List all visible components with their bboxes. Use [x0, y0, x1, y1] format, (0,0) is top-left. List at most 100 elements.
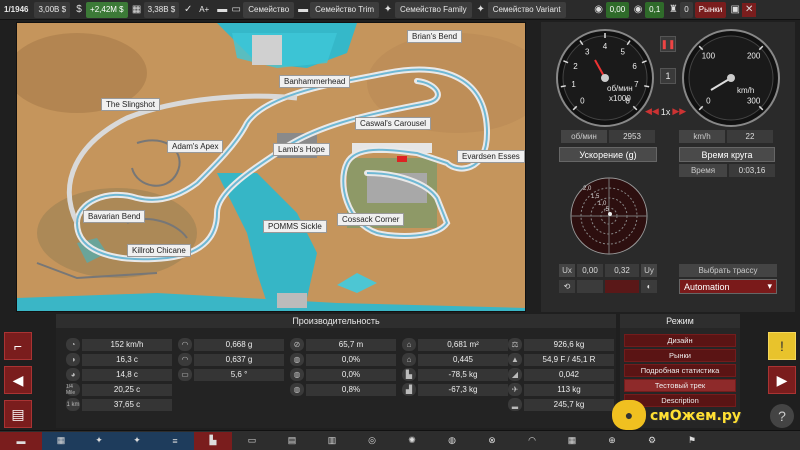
- performance-panel: Производительность ◔ 152 km/h ◑ 16,3 c ◕ 14…: [56, 314, 616, 428]
- car-icon[interactable]: ▬: [215, 3, 229, 17]
- flag-icon[interactable]: ⚑: [672, 432, 712, 450]
- rpm-tick: 7: [634, 80, 639, 89]
- perf-value: 0,637 g: [194, 353, 284, 366]
- brake-fade-icon: ◍: [290, 353, 304, 366]
- graph-button[interactable]: ⌐: [4, 332, 32, 360]
- slip-icon: ◍: [290, 383, 304, 396]
- perf-value: 5,6 °: [194, 368, 284, 381]
- wheel-icon[interactable]: ◎: [352, 432, 392, 450]
- uy-label: Uy: [641, 264, 657, 277]
- compare-button[interactable]: ▤: [4, 400, 32, 428]
- steering-icon[interactable]: ⊕: [592, 432, 632, 450]
- speed-gauge: 0 100 200 300: [682, 29, 780, 127]
- perf-value: 0,8%: [306, 383, 396, 396]
- mode-markets-button[interactable]: Рынки: [624, 349, 736, 362]
- car-icon[interactable]: ▬: [0, 431, 42, 450]
- factory-icon[interactable]: ▦: [42, 431, 80, 450]
- gforce-tick: 2,0: [583, 186, 592, 192]
- engine-icon[interactable]: ✦: [80, 431, 118, 450]
- money-display: 3,00B $: [34, 1, 71, 18]
- perf-value: 0,0%: [306, 353, 396, 366]
- tab-engine-variant[interactable]: Семейство Variant: [487, 1, 566, 18]
- counter-3: 0: [680, 1, 693, 18]
- ux-value: 0,00: [577, 264, 603, 277]
- one-km-icon: 1 km: [66, 398, 80, 411]
- warning-button[interactable]: !: [768, 332, 796, 360]
- aero-icon[interactable]: ◍: [432, 432, 472, 450]
- watermark: смОжем.ру: [650, 408, 741, 424]
- window-icon[interactable]: ▣: [728, 3, 742, 17]
- corner-label: Adam's Apex: [167, 140, 224, 153]
- trophy-icon: ♜: [668, 4, 678, 15]
- drivetrain-icon[interactable]: ▥: [312, 432, 352, 450]
- tuning-icon[interactable]: ≡: [156, 431, 194, 450]
- perf-value: 65,7 m: [306, 338, 396, 351]
- corner-label: Lamb's Hope: [273, 143, 330, 156]
- faster-icon[interactable]: ▶▶: [672, 106, 686, 117]
- rpm-tick: 3: [585, 47, 590, 56]
- markets-button[interactable]: Рынки: [694, 1, 727, 18]
- laptime-button[interactable]: Время круга: [679, 147, 775, 162]
- acceleration-icon: ◑: [66, 353, 80, 366]
- perf-value: 0,042: [524, 368, 614, 381]
- wheel-spin-icon: ◍: [290, 368, 304, 381]
- body-roll-icon: ▭: [178, 368, 192, 381]
- rpm-value: 2953: [609, 130, 655, 143]
- engine-parts-icon[interactable]: ✦: [118, 431, 156, 450]
- slower-icon[interactable]: ◀◀: [645, 106, 659, 117]
- grade-display: A+: [199, 5, 210, 14]
- mode-design-button[interactable]: Дизайн: [624, 334, 736, 347]
- tab-family[interactable]: Семейство: [243, 1, 295, 18]
- speed-tick: 200: [747, 51, 761, 60]
- bottom-nav: ▬ ▦ ✦ ✦ ≡ ▙ ▭ ▤ ▥ ◎ ✺ ◍ ⊗ ◠ ▦ ⊕ ⚙ ⚑: [0, 430, 800, 450]
- track-map[interactable]: Brian's Bend Banhammerhead The Slingshot…: [16, 22, 526, 312]
- back-arrow-button[interactable]: ◀: [4, 366, 32, 394]
- rpm-tick: 5: [621, 47, 626, 56]
- reset-icon[interactable]: ⟲: [559, 280, 575, 293]
- frontal-area-icon: ⌂: [402, 338, 416, 351]
- mode-testtrack-button[interactable]: Тестовый трек: [624, 379, 736, 392]
- close-icon[interactable]: ✕: [742, 2, 757, 17]
- rear-downforce-icon: ▟: [402, 383, 416, 396]
- corner-label: Brian's Bend: [407, 30, 463, 43]
- acceleration-button[interactable]: Ускорение (g): [559, 147, 657, 162]
- speed-unit: km/h: [737, 86, 755, 95]
- speed-tick: 300: [747, 97, 761, 106]
- help-icon[interactable]: ?: [770, 404, 794, 428]
- telemetry-panel: 012345678 об/мин x1000 0 100 200 300 km/h ❚…: [541, 22, 795, 312]
- select-track-label: Выбрать трассу: [679, 264, 777, 277]
- perf-value: 0,0%: [306, 368, 396, 381]
- corner-label: POMMS Sickle: [263, 220, 327, 233]
- tune-icon[interactable]: ⚙: [632, 432, 672, 450]
- corner-label: The Slingshot: [101, 98, 160, 111]
- speed-tick: 0: [706, 97, 711, 106]
- car-body-icon: ▬: [298, 4, 309, 15]
- interior-icon[interactable]: ⊗: [472, 432, 512, 450]
- perf-value: 0,668 g: [194, 338, 284, 351]
- speed-tick: 100: [702, 51, 716, 60]
- uy-value: 0,32: [605, 264, 639, 277]
- suspension-icon[interactable]: ▤: [272, 432, 312, 450]
- coin-icon: ◉: [633, 4, 643, 15]
- tab-engine-family[interactable]: Семейство Family: [394, 1, 472, 18]
- mode-stats-button[interactable]: Подробная статистика: [624, 364, 736, 377]
- body-icon[interactable]: ▙: [194, 431, 232, 450]
- track-select-dropdown[interactable]: Automation ▾: [679, 279, 777, 294]
- forward-arrow-button[interactable]: ▶: [768, 366, 796, 394]
- track-name: Automation: [684, 281, 730, 292]
- pause-button[interactable]: ❚❚: [660, 36, 676, 52]
- grade-icon: ✓: [184, 4, 193, 15]
- weight-distribution-icon: ▲: [508, 353, 522, 366]
- fixtures-icon[interactable]: ◠: [512, 432, 552, 450]
- chassis-icon[interactable]: ▭: [232, 432, 272, 450]
- perf-value: -67,3 kg: [418, 383, 508, 396]
- income-display: +2,42M $: [86, 1, 128, 18]
- rpm-tick: 6: [632, 62, 637, 71]
- safety-icon[interactable]: ▦: [552, 432, 592, 450]
- brakes-icon[interactable]: ✺: [392, 432, 432, 450]
- tab-family-trim[interactable]: Семейство Trim: [310, 1, 379, 18]
- tire-icon[interactable]: ◐: [641, 280, 657, 293]
- rpm-tick: 1: [571, 80, 576, 89]
- car-marker: [397, 156, 407, 162]
- top-speed-icon: ◔: [66, 338, 80, 351]
